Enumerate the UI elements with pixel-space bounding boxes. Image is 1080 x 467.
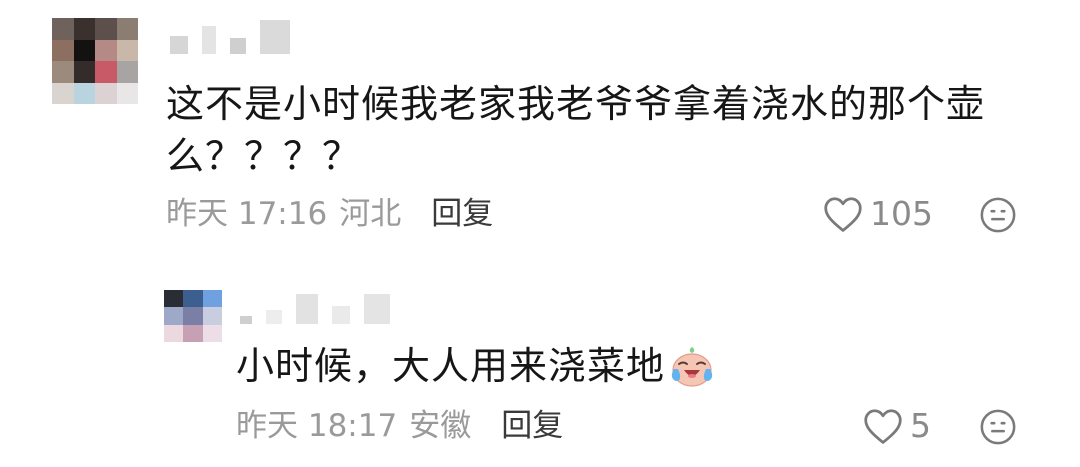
comment-text: 这不是小时候我老家我老爷爷拿着浇水的那个壶么？？？？ [166, 82, 986, 178]
heart-outline-icon [864, 409, 902, 444]
smiley-face-icon[interactable] [979, 196, 1017, 234]
comment-text: 小时候，大人用来浇菜地 [236, 344, 666, 388]
like-count: 105 [870, 194, 933, 233]
avatar[interactable] [52, 18, 138, 104]
comment-location: 安徽 [409, 408, 472, 444]
comment-time: 昨天 18:17 [236, 408, 398, 444]
like-count: 5 [910, 406, 931, 445]
avatar[interactable] [164, 290, 222, 342]
like-button[interactable]: 105 [822, 194, 933, 234]
username-redacted[interactable] [170, 18, 290, 54]
reply-button[interactable]: 回复 [501, 406, 563, 446]
comment-location: 河北 [339, 196, 402, 232]
comment-meta: 昨天 18:17 安徽 回复 [236, 406, 563, 446]
reply-button[interactable]: 回复 [431, 194, 493, 234]
like-button[interactable]: 5 [862, 406, 931, 446]
username-redacted[interactable] [240, 290, 390, 324]
comment-time: 昨天 17:16 [166, 196, 328, 232]
heart-outline-icon [824, 197, 862, 232]
reply-comment: 小时候，大人用来浇菜地 [236, 340, 715, 392]
crying-laughing-emoji [671, 347, 713, 387]
smiley-face-icon[interactable] [979, 408, 1017, 446]
comment-meta: 昨天 17:16 河北 回复 [166, 194, 493, 234]
